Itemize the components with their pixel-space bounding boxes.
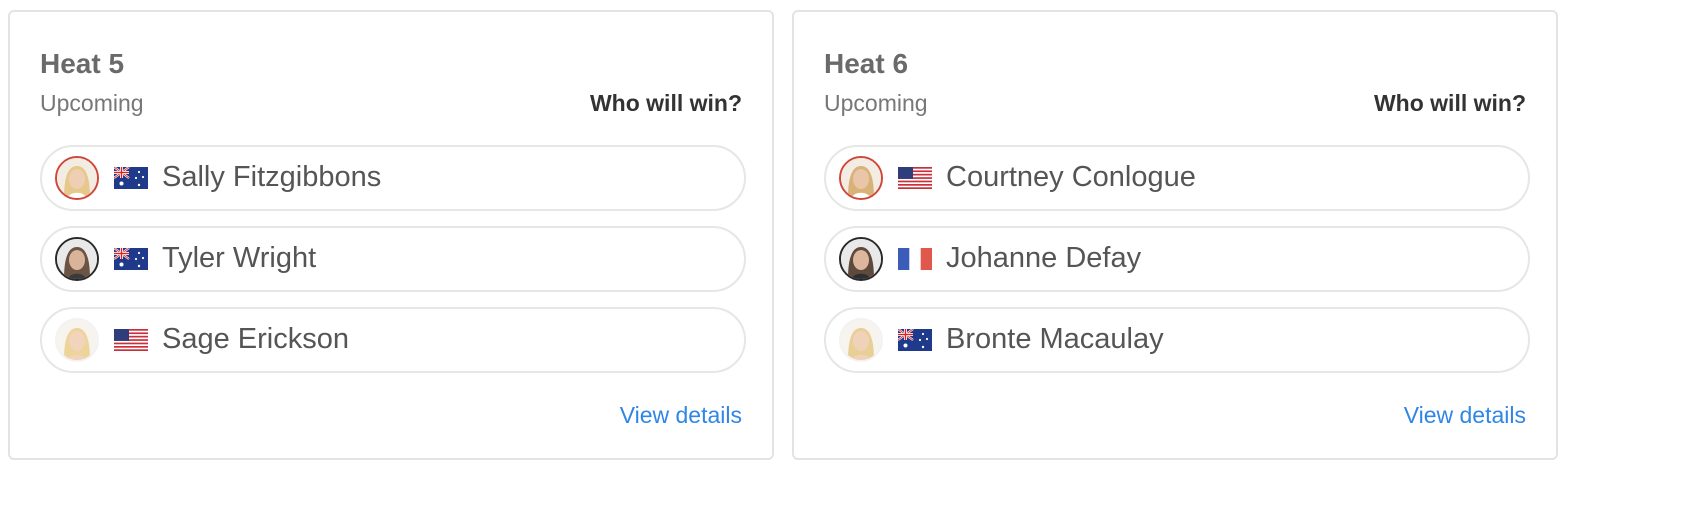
- surfer-pick-option[interactable]: Sally Fitzgibbons: [40, 145, 746, 211]
- view-details-link[interactable]: View details: [620, 402, 742, 429]
- surfer-pick-option[interactable]: Tyler Wright: [40, 226, 746, 292]
- australia-flag-icon: [114, 167, 148, 189]
- surfer-avatar: [839, 237, 883, 281]
- surfer-avatar: [839, 318, 883, 362]
- australia-flag-icon: [114, 248, 148, 270]
- surfer-pick-option[interactable]: Courtney Conlogue: [824, 145, 1530, 211]
- surfer-name: Sage Erickson: [162, 323, 349, 355]
- surfer-avatar: [55, 156, 99, 200]
- who-will-win-label: Who will win?: [589, 90, 742, 116]
- usa-flag-icon: [114, 329, 148, 351]
- usa-flag-icon: [898, 167, 932, 189]
- heats-panel: Heat 5 Upcoming Who will win? Sally Fitz…: [0, 0, 1708, 512]
- surfer-avatar: [55, 237, 99, 281]
- surfer-name: Courtney Conlogue: [946, 161, 1196, 193]
- who-will-win-label: Who will win?: [1373, 90, 1526, 116]
- surfer-avatar: [55, 318, 99, 362]
- australia-flag-icon: [898, 329, 932, 351]
- heat-status: Upcoming: [40, 90, 144, 116]
- surfer-pick-option[interactable]: Johanne Defay: [824, 226, 1530, 292]
- surfer-name: Tyler Wright: [162, 242, 317, 274]
- heat-title: Heat 6: [824, 48, 909, 79]
- surfer-pick-option[interactable]: Sage Erickson: [40, 307, 746, 373]
- surfer-name: Bronte Macaulay: [946, 323, 1164, 355]
- surfer-name: Sally Fitzgibbons: [162, 161, 382, 193]
- heat-status: Upcoming: [824, 90, 928, 116]
- surfer-pick-option[interactable]: Bronte Macaulay: [824, 307, 1530, 373]
- surfer-name: Johanne Defay: [946, 242, 1142, 274]
- view-details-link[interactable]: View details: [1404, 402, 1526, 429]
- heat-card: Heat 5 Upcoming Who will win? Sally Fitz…: [8, 10, 774, 460]
- france-flag-icon: [898, 248, 932, 270]
- surfer-avatar: [839, 156, 883, 200]
- heat-card: Heat 6 Upcoming Who will win? Courtney C…: [792, 10, 1558, 460]
- heat-title: Heat 5: [40, 48, 125, 79]
